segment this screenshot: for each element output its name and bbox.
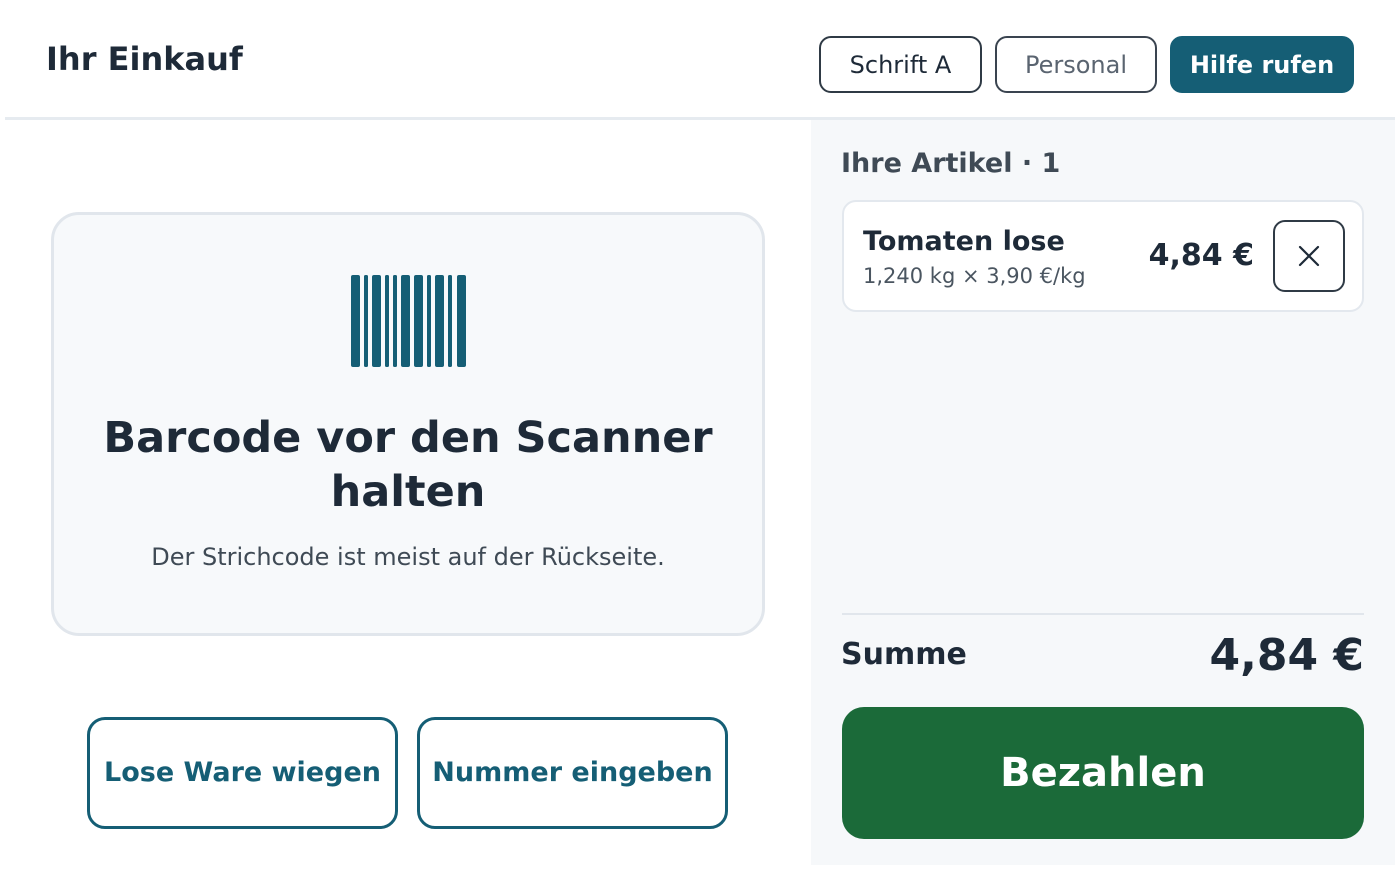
scan-instruction-subtitle: Der Strichcode ist meist auf der Rücksei…	[151, 543, 665, 571]
scan-prompt-card: Barcode vor den Scanner halten Der Stric…	[51, 212, 765, 636]
cart-item-detail: 1,240 kg × 3,90 €/kg	[863, 264, 1086, 288]
close-icon	[1298, 245, 1320, 267]
cart-title: Ihre Artikel · 1	[841, 148, 1061, 179]
enter-number-button[interactable]: Nummer eingeben	[417, 717, 728, 829]
sum-divider	[842, 613, 1364, 615]
sum-value: 4,84 €	[1209, 630, 1365, 681]
weigh-loose-goods-button[interactable]: Lose Ware wiegen	[87, 717, 398, 829]
scan-instruction-title: Barcode vor den Scanner halten	[103, 413, 713, 517]
cart-panel: Ihre Artikel · 1 Tomaten lose 1,240 kg ×…	[811, 120, 1395, 865]
pay-button[interactable]: Bezahlen	[842, 707, 1364, 839]
page-title: Ihr Einkauf	[46, 40, 243, 78]
font-size-button[interactable]: Schrift A	[819, 36, 982, 93]
cart-item-price: 4,84 €	[1148, 238, 1254, 273]
remove-item-button[interactable]	[1273, 220, 1345, 292]
cart-item-name: Tomaten lose	[863, 226, 1065, 257]
barcode-icon	[351, 275, 466, 367]
call-help-button[interactable]: Hilfe rufen	[1170, 36, 1354, 93]
cart-item: Tomaten lose 1,240 kg × 3,90 €/kg 4,84 €	[842, 200, 1364, 312]
header: Ihr Einkauf Schrift A Personal Hilfe ruf…	[5, 0, 1395, 120]
staff-button[interactable]: Personal	[995, 36, 1157, 93]
sum-label: Summe	[841, 637, 967, 672]
